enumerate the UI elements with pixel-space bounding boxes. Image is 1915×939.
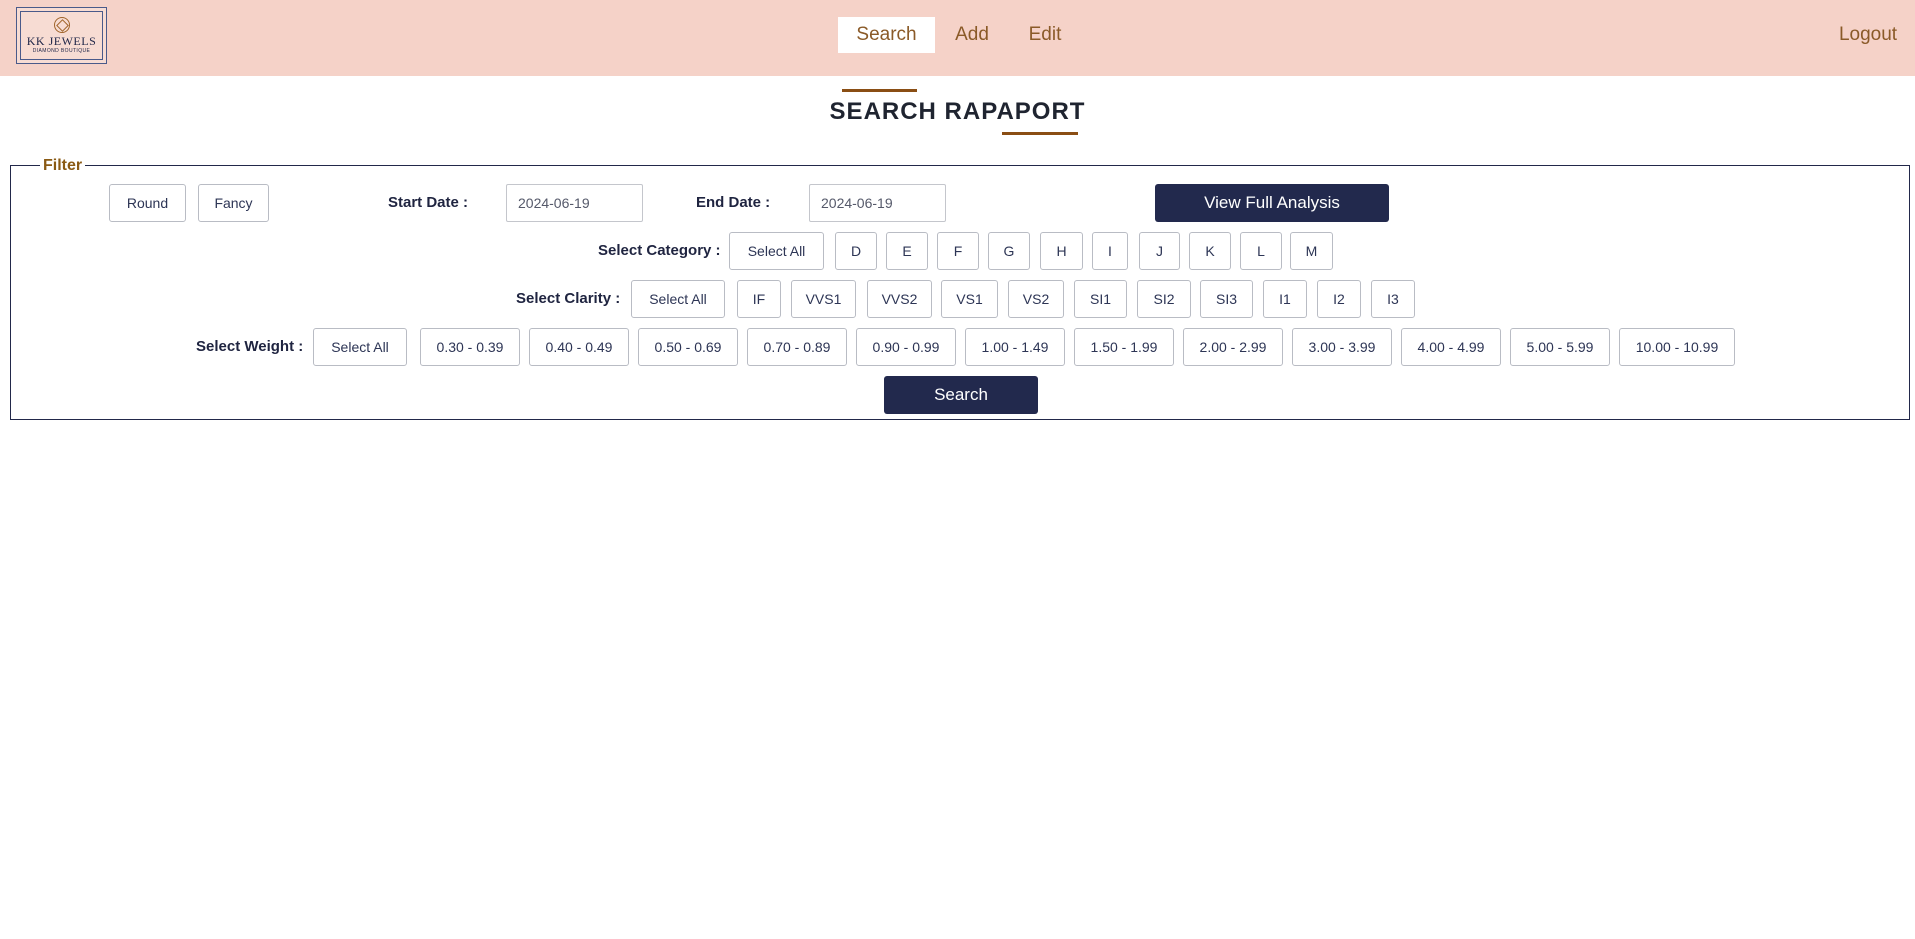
clarity-si3-button[interactable]: SI3 — [1200, 280, 1253, 318]
weight-range-button[interactable]: 2.00 - 2.99 — [1183, 328, 1283, 366]
clarity-si1-button[interactable]: SI1 — [1074, 280, 1127, 318]
weight-range-button[interactable]: 0.70 - 0.89 — [747, 328, 847, 366]
weight-range-button[interactable]: 0.50 - 0.69 — [638, 328, 738, 366]
weight-range-button[interactable]: 1.50 - 1.99 — [1074, 328, 1174, 366]
weight-range-button[interactable]: 5.00 - 5.99 — [1510, 328, 1610, 366]
clarity-vvs1-button[interactable]: VVS1 — [791, 280, 856, 318]
category-l-button[interactable]: L — [1240, 232, 1282, 270]
category-k-button[interactable]: K — [1189, 232, 1231, 270]
category-i-button[interactable]: I — [1092, 232, 1128, 270]
category-label: Select Category : — [598, 242, 721, 259]
weight-range-button[interactable]: 1.00 - 1.49 — [965, 328, 1065, 366]
category-m-button[interactable]: M — [1290, 232, 1333, 270]
nav-tab-add[interactable]: Add — [950, 17, 994, 53]
nav-tab-edit[interactable]: Edit — [1024, 17, 1066, 53]
category-select-all-button[interactable]: Select All — [729, 232, 824, 270]
weight-range-button[interactable]: 10.00 - 10.99 — [1619, 328, 1735, 366]
end-date-label: End Date : — [696, 194, 771, 211]
weight-range-button[interactable]: 4.00 - 4.99 — [1401, 328, 1501, 366]
brand-name: KK JEWELS — [26, 33, 97, 48]
top-nav-bar: KK JEWELS DIAMOND BOUTIQUE Search Add Ed… — [0, 0, 1915, 76]
shape-fancy-button[interactable]: Fancy — [198, 184, 269, 222]
clarity-i3-button[interactable]: I3 — [1371, 280, 1415, 318]
category-f-button[interactable]: F — [937, 232, 979, 270]
title-underline-bottom — [1002, 132, 1078, 135]
category-h-button[interactable]: H — [1040, 232, 1083, 270]
category-d-button[interactable]: D — [835, 232, 877, 270]
weight-range-button[interactable]: 0.30 - 0.39 — [420, 328, 520, 366]
weight-select-all-button[interactable]: Select All — [313, 328, 407, 366]
filter-panel: Filter Round Fancy Start Date : End Date… — [10, 156, 1910, 420]
logout-link[interactable]: Logout — [1836, 17, 1900, 53]
weight-range-button[interactable]: 3.00 - 3.99 — [1292, 328, 1392, 366]
category-j-button[interactable]: J — [1139, 232, 1180, 270]
clarity-label: Select Clarity : — [516, 290, 621, 307]
clarity-i1-button[interactable]: I1 — [1263, 280, 1307, 318]
nav-tab-search[interactable]: Search — [838, 17, 935, 53]
weight-range-button[interactable]: 0.90 - 0.99 — [856, 328, 956, 366]
brand-tagline: DIAMOND BOUTIQUE — [32, 47, 91, 54]
diamond-ring-icon — [53, 16, 70, 33]
clarity-vs1-button[interactable]: VS1 — [941, 280, 998, 318]
search-button[interactable]: Search — [884, 376, 1038, 414]
category-g-button[interactable]: G — [988, 232, 1030, 270]
clarity-if-button[interactable]: IF — [737, 280, 781, 318]
start-date-label: Start Date : — [388, 194, 469, 211]
filter-legend: Filter — [40, 156, 86, 176]
clarity-select-all-button[interactable]: Select All — [631, 280, 725, 318]
clarity-i2-button[interactable]: I2 — [1317, 280, 1361, 318]
shape-round-button[interactable]: Round — [109, 184, 186, 222]
end-date-input[interactable] — [809, 184, 946, 222]
clarity-vvs2-button[interactable]: VVS2 — [867, 280, 932, 318]
start-date-input[interactable] — [506, 184, 643, 222]
brand-logo[interactable]: KK JEWELS DIAMOND BOUTIQUE — [16, 7, 107, 64]
weight-range-button[interactable]: 0.40 - 0.49 — [529, 328, 629, 366]
title-underline-top — [842, 89, 917, 92]
view-full-analysis-button[interactable]: View Full Analysis — [1155, 184, 1389, 222]
page-title: SEARCH RAPAPORT — [829, 98, 1086, 125]
category-e-button[interactable]: E — [886, 232, 928, 270]
clarity-vs2-button[interactable]: VS2 — [1008, 280, 1064, 318]
weight-label: Select Weight : — [196, 338, 304, 355]
clarity-si2-button[interactable]: SI2 — [1137, 280, 1191, 318]
